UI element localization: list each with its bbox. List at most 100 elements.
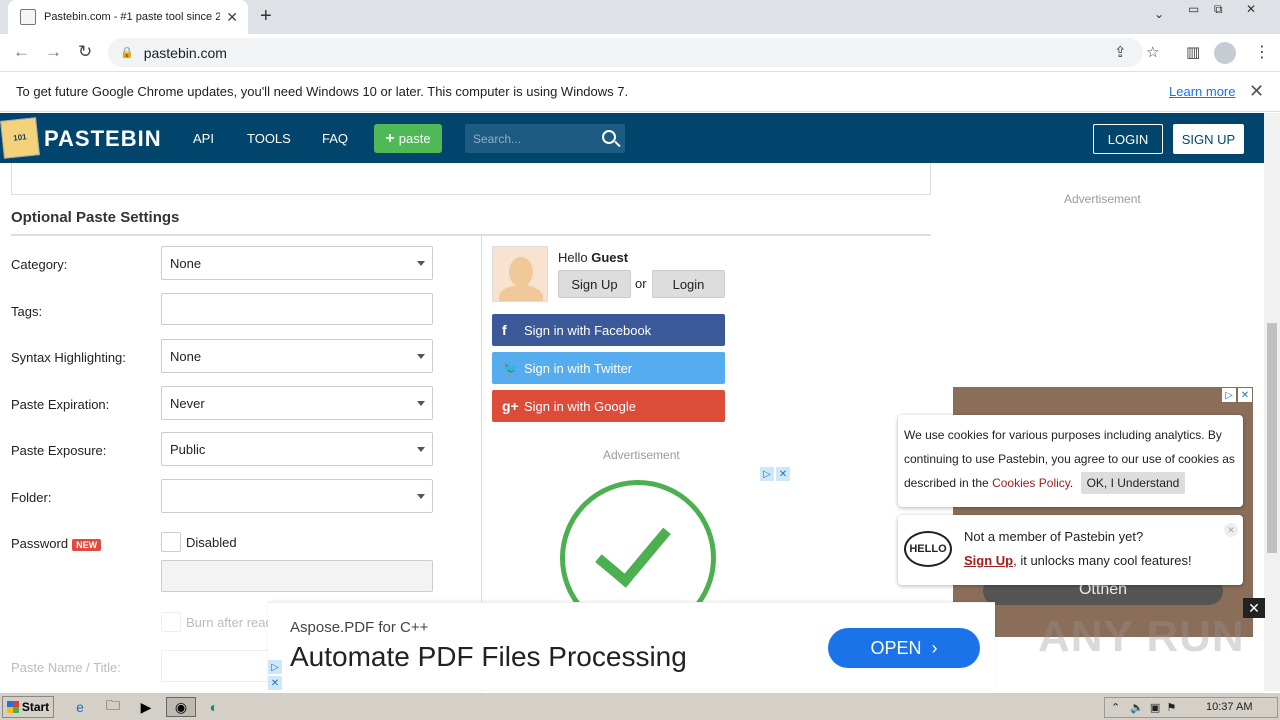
start-button[interactable]: Start (2, 696, 54, 718)
bottom-ad-close-icon[interactable]: ✕ (1243, 598, 1265, 618)
lock-icon[interactable]: 🔒 (120, 46, 134, 59)
address-bar[interactable]: 🔒 pastebin.com (108, 38, 1143, 67)
ad-choices-icon[interactable]: ▷ (1222, 388, 1236, 402)
internet-explorer-icon[interactable]: e (69, 697, 91, 717)
window-close-icon[interactable]: ✕ (1246, 2, 1256, 16)
twitter-icon: 🐦 (502, 359, 520, 376)
syntax-value: None (170, 349, 202, 364)
ad-choices-icon[interactable]: ▷ (760, 467, 774, 481)
signup-button[interactable]: SIGN UP (1173, 124, 1244, 154)
right-ad-choices[interactable]: ▷ ✕ (1222, 388, 1252, 402)
tags-input[interactable] (161, 293, 433, 325)
google-signin-button[interactable]: g+ Sign in with Google (492, 390, 725, 422)
twitter-signin-button[interactable]: 🐦 Sign in with Twitter (492, 352, 725, 384)
guest-body-shape (499, 285, 543, 301)
search-icon[interactable] (602, 130, 616, 144)
facebook-signin-button[interactable]: f Sign in with Facebook (492, 314, 725, 346)
bottom-ad-open-button[interactable]: OPEN › (828, 628, 980, 668)
bottom-ad-title: Automate PDF Files Processing (290, 641, 687, 672)
cookie-period: . (1069, 476, 1074, 490)
category-label: Category: (11, 257, 68, 272)
pastebin-favicon-icon (20, 9, 36, 25)
tab-close-icon[interactable]: ✕ (226, 9, 238, 26)
bookmark-star-icon[interactable]: ☆ (1146, 43, 1159, 61)
volume-icon[interactable]: 🔈 (1130, 701, 1144, 714)
flag-icon[interactable]: ⚑ (1166, 701, 1176, 714)
chevron-right-icon: › (931, 637, 938, 658)
side-panel-icon[interactable]: ▥ (1186, 43, 1200, 61)
category-select[interactable]: None (161, 246, 433, 280)
reload-icon[interactable]: ↻ (78, 42, 92, 62)
minimize-icon[interactable]: ▭ (1188, 2, 1199, 16)
new-paste-button[interactable]: + paste (374, 124, 442, 153)
site-header: 101 PASTEBIN API TOOLS FAQ + paste LOGIN… (0, 113, 1264, 163)
tab-search-chevron-icon[interactable]: ⌄ (1154, 7, 1164, 21)
site-search (465, 124, 625, 153)
exposure-select[interactable]: Public (161, 432, 433, 466)
scrollbar-thumb[interactable] (1267, 323, 1277, 553)
member-close-icon[interactable]: ✕ (1224, 523, 1238, 537)
url-text[interactable]: pastebin.com (144, 45, 227, 61)
cookie-ok-button[interactable]: OK, I Understand (1080, 472, 1186, 494)
cookies-policy-link[interactable]: Cookies Policy (992, 476, 1070, 490)
update-infobar: To get future Google Chrome updates, you… (0, 72, 1280, 112)
page-scrollbar[interactable] (1264, 113, 1280, 691)
paste-textarea[interactable] (11, 163, 931, 195)
screen: Pastebin.com - #1 paste tool since 2 ✕ +… (0, 0, 1280, 720)
open-label: OPEN (870, 637, 922, 658)
search-input[interactable] (465, 124, 595, 153)
password-checkbox[interactable] (161, 532, 181, 552)
ad-choices[interactable]: ▷ ✕ (760, 467, 790, 481)
guest-login-button[interactable]: Login (652, 270, 725, 298)
file-explorer-icon[interactable]: 🗀 (102, 697, 124, 717)
restore-icon[interactable]: ⧉ (1214, 2, 1223, 17)
edge-icon[interactable]: ◐ (203, 697, 225, 717)
member-signup-line: Sign Up, it unlocks many cool features! (964, 553, 1192, 568)
bottom-ad-choices[interactable]: ▷ ✕ (268, 660, 282, 690)
nav-tools[interactable]: TOOLS (247, 131, 291, 146)
media-player-icon[interactable]: ▶ (135, 697, 157, 717)
chrome-menu-icon[interactable]: ⋮ (1254, 42, 1270, 62)
profile-avatar-icon[interactable] (1214, 42, 1236, 64)
tray-expand-icon[interactable]: ⌃ (1111, 701, 1120, 714)
exposure-label: Paste Exposure: (11, 443, 107, 458)
share-icon[interactable]: ⇪ (1114, 43, 1127, 61)
expiration-select[interactable]: Never (161, 386, 433, 420)
plus-icon: + (385, 129, 395, 147)
logo-text[interactable]: PASTEBIN (44, 126, 162, 152)
ad-close-icon[interactable]: ✕ (776, 467, 790, 481)
guest-signup-button[interactable]: Sign Up (558, 270, 631, 298)
checkmark-icon (595, 508, 671, 588)
syntax-label: Syntax Highlighting: (11, 350, 126, 365)
ad-close-icon[interactable]: ✕ (268, 676, 282, 690)
folder-select[interactable] (161, 479, 433, 513)
ad-choices-icon[interactable]: ▷ (268, 660, 282, 674)
password-state-label: Disabled (186, 535, 237, 550)
member-signup-link[interactable]: Sign Up (964, 553, 1013, 568)
back-icon[interactable]: ← (13, 42, 30, 62)
password-label-text: Password (11, 536, 69, 551)
forward-icon[interactable]: → (45, 42, 62, 62)
new-tab-icon[interactable]: + (260, 5, 272, 28)
bottom-ad-banner[interactable]: Aspose.PDF for C++ Automate PDF Files Pr… (268, 602, 995, 690)
anyrun-watermark: ANY RUN (1038, 612, 1245, 661)
syntax-select[interactable]: None (161, 339, 433, 373)
chrome-taskbar-icon[interactable]: ◉ (166, 697, 196, 717)
settings-divider (11, 234, 931, 236)
login-button[interactable]: LOGIN (1093, 124, 1163, 154)
pastebin-logo-icon[interactable]: 101 (0, 117, 40, 159)
tags-label: Tags: (11, 304, 43, 319)
clock[interactable]: 10:37 AM (1206, 701, 1252, 713)
nav-faq[interactable]: FAQ (322, 131, 348, 146)
ad-close-icon[interactable]: ✕ (1238, 388, 1252, 402)
browser-tab[interactable]: Pastebin.com - #1 paste tool since 2 ✕ (8, 0, 248, 34)
hello-word: Hello (558, 250, 588, 265)
burn-checkbox[interactable] (161, 612, 181, 632)
facebook-icon: f (502, 322, 507, 338)
nav-api[interactable]: API (193, 131, 214, 146)
network-icon[interactable]: ▣ (1150, 701, 1160, 714)
member-rest: , it unlocks many cool features! (1013, 553, 1192, 568)
infobar-close-icon[interactable]: ✕ (1249, 81, 1264, 102)
password-input[interactable] (161, 560, 433, 592)
learn-more-link[interactable]: Learn more (1169, 84, 1235, 99)
